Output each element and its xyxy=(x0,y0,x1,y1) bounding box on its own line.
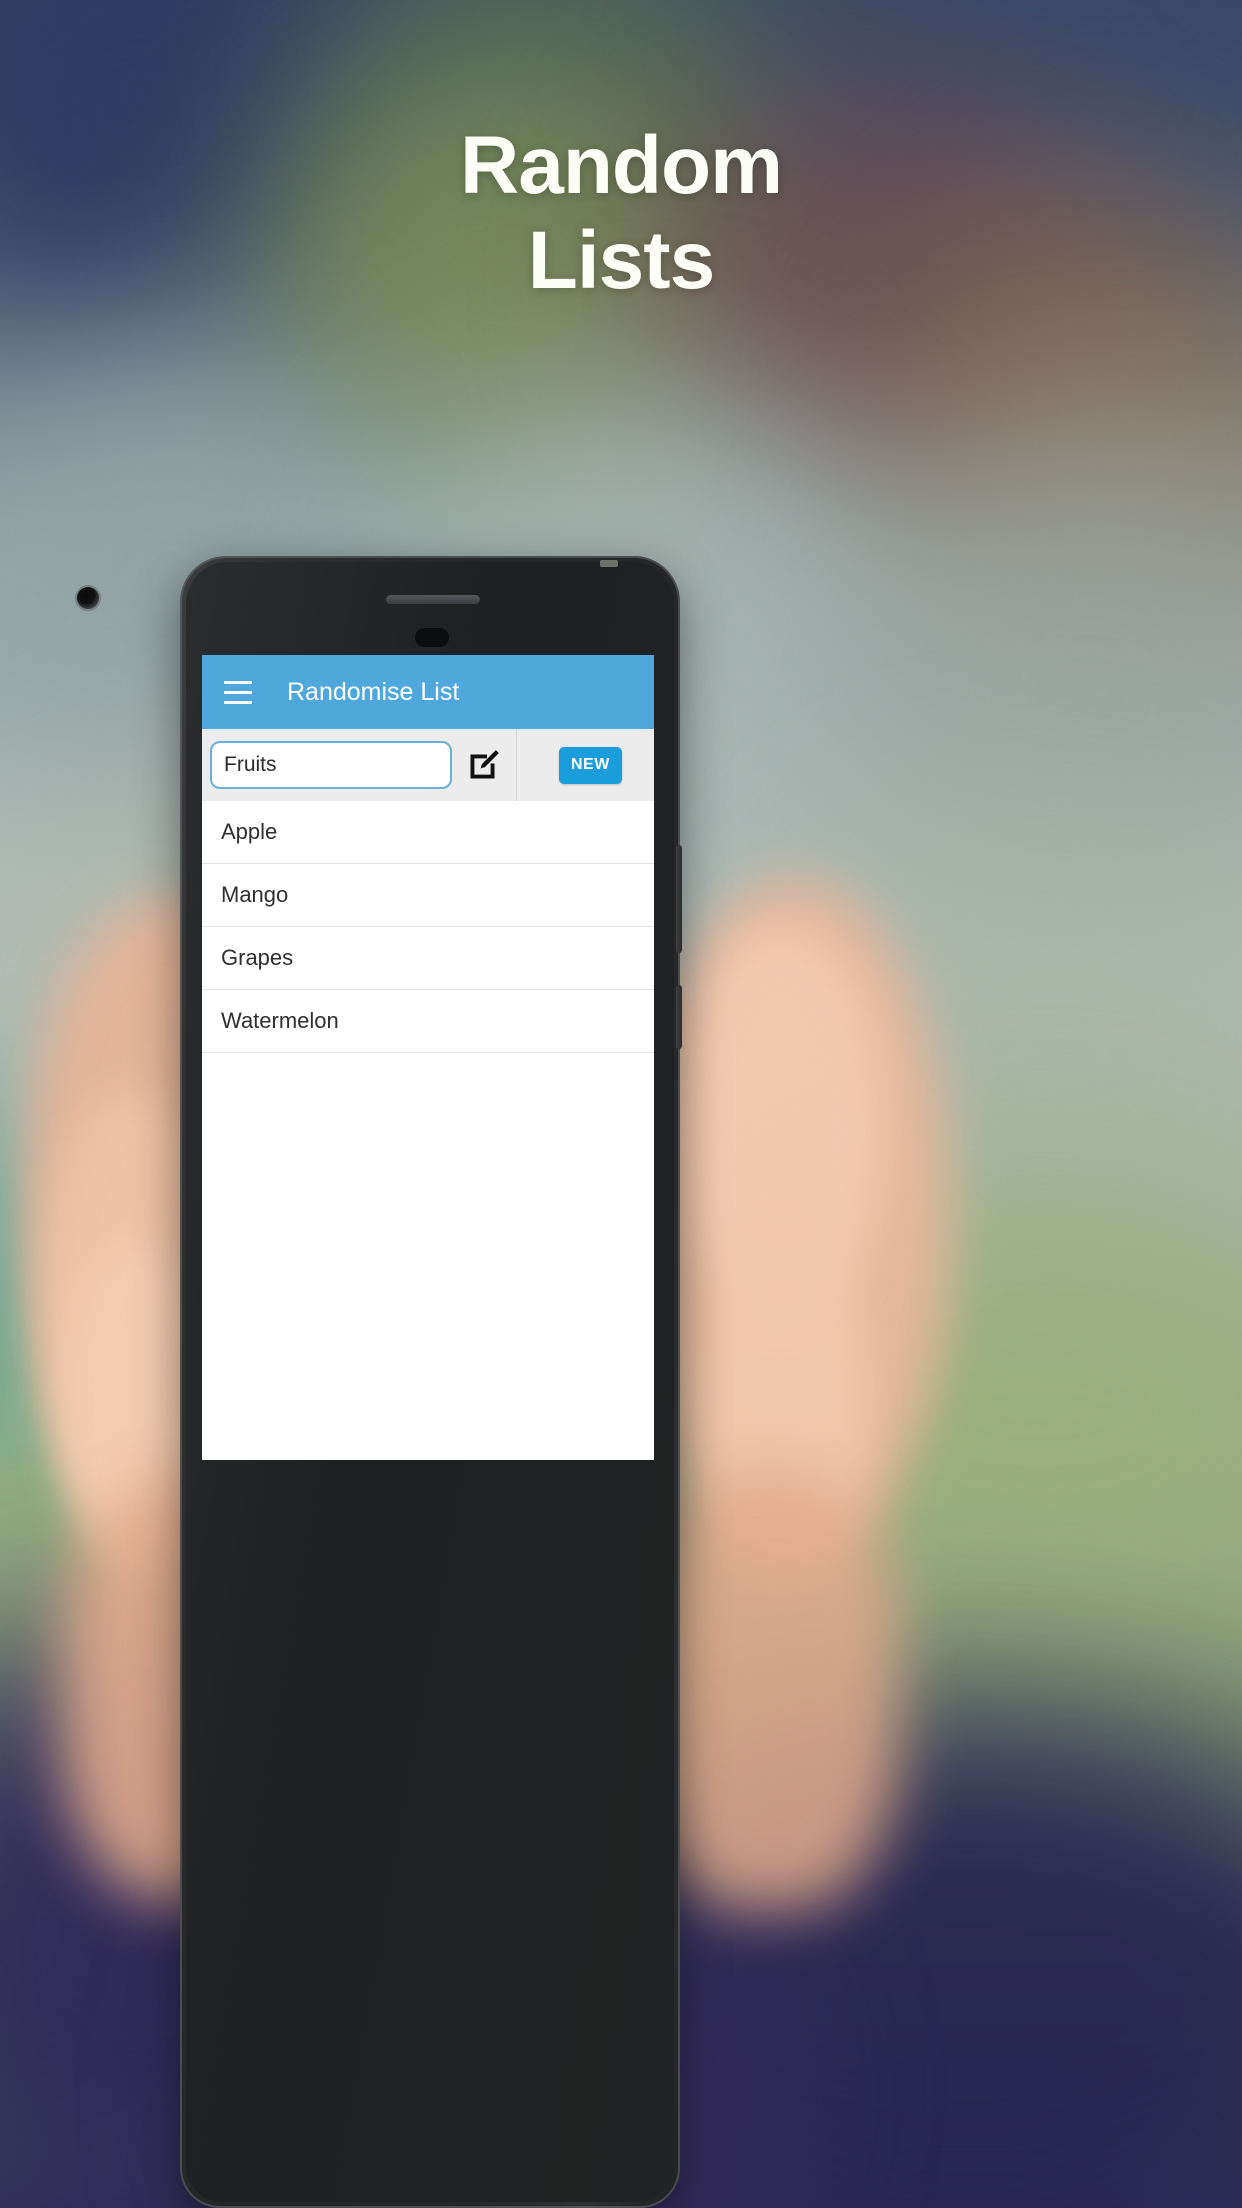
app-bar: Randomise List xyxy=(202,655,654,729)
earpiece-speaker-icon xyxy=(386,595,480,604)
camera-lens-icon xyxy=(77,587,99,609)
list-item[interactable]: Mango xyxy=(202,864,654,927)
proximity-sensor-icon xyxy=(415,628,449,647)
title-line-1: Random xyxy=(460,120,783,211)
hamburger-menu-icon[interactable] xyxy=(202,655,266,729)
phone-antenna-line xyxy=(600,560,618,567)
volume-button[interactable] xyxy=(676,985,682,1049)
row-divider xyxy=(516,729,517,801)
page-title: Random Lists xyxy=(0,118,1242,308)
list-name-input[interactable]: Fruits xyxy=(210,741,452,789)
list-item[interactable]: Apple xyxy=(202,801,654,864)
phone-screen: Randomise List Fruits NEW Apple Mango Gr… xyxy=(202,655,654,1460)
title-line-2: Lists xyxy=(527,215,715,307)
list-item[interactable]: Grapes xyxy=(202,927,654,990)
list-name-row: Fruits NEW xyxy=(202,729,654,801)
randomise-list: Apple Mango Grapes Watermelon xyxy=(202,801,654,1053)
power-button[interactable] xyxy=(676,845,682,953)
edit-pencil-icon[interactable] xyxy=(452,729,516,801)
list-item[interactable]: Watermelon xyxy=(202,990,654,1053)
new-list-button[interactable]: NEW xyxy=(559,746,622,784)
app-bar-title: Randomise List xyxy=(287,677,460,706)
